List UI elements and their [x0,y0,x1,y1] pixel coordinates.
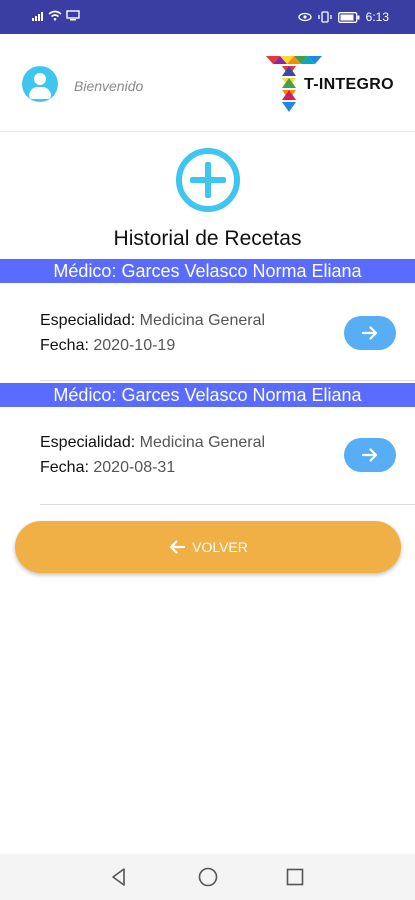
date-value: 2020-10-19 [93,337,176,354]
wifi-icon [48,10,62,21]
arrow-right-icon [361,326,378,340]
specialty-label: Especialidad: [40,434,136,451]
nav-home-icon[interactable] [197,866,219,888]
specialty-value: Medicina General [139,312,266,329]
specialty-line: Especialidad: Medicina General [40,434,265,452]
vibrate-icon [317,11,332,23]
nav-recents-icon[interactable] [284,866,306,888]
app-header: Bienvenido T-INTEGRO [0,34,415,132]
prescription-card: Médico: Garces Velasco Norma Eliana Espe… [0,259,415,381]
card-divider [40,380,415,381]
doctor-header: Médico: Garces Velasco Norma Eliana [0,383,415,407]
specialty-value: Medicina General [139,434,266,451]
brand-name: T-INTEGRO [304,76,394,93]
date-label: Fecha: [40,459,89,476]
battery-icon [337,11,360,23]
date-line: Fecha: 2020-10-19 [40,337,175,355]
prescription-card: Médico: Garces Velasco Norma Eliana Espe… [0,383,415,505]
nav-back-icon[interactable] [108,866,130,888]
date-label: Fecha: [40,337,89,354]
view-prescription-button[interactable] [344,316,396,350]
doctor-header: Médico: Garces Velasco Norma Eliana [0,259,415,283]
arrow-right-icon [361,448,378,462]
view-prescription-button[interactable] [344,438,396,472]
eye-icon [297,12,312,22]
specialty-label: Especialidad: [40,312,136,329]
status-time: 6:13 [365,10,389,24]
signal-icon [32,11,44,21]
back-button[interactable]: VOLVER [15,521,401,573]
back-button-label: VOLVER [192,539,248,555]
status-icons-right: 6:13 [297,10,389,24]
status-icons-left [32,10,80,21]
welcome-text: Bienvenido [74,78,144,94]
date-value: 2020-08-31 [93,459,176,476]
arrow-left-icon [170,540,186,554]
add-circle-icon[interactable] [175,147,241,213]
specialty-line: Especialidad: Medicina General [40,312,265,330]
page-title: Historial de Recetas [113,227,302,250]
app-screen: 6:13 Bienvenido T-INTEGRO Historial de R… [0,0,415,900]
brand-logo: T-INTEGRO [266,54,406,116]
cast-icon [66,10,80,21]
card-divider [40,504,415,505]
date-line: Fecha: 2020-08-31 [40,459,175,477]
status-bar: 6:13 [0,0,415,34]
system-nav-bar [0,854,415,900]
user-avatar-icon[interactable] [22,66,58,102]
